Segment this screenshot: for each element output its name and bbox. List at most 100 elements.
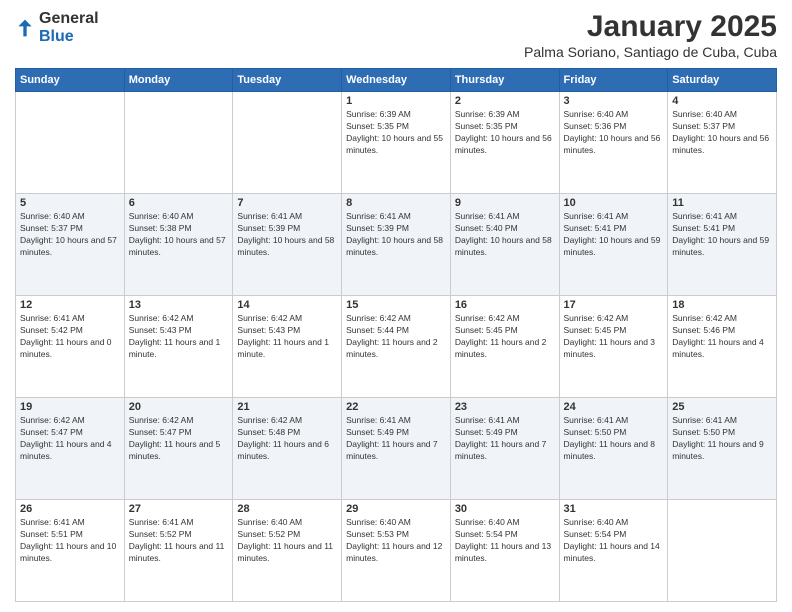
table-cell: 29 Sunrise: 6:40 AMSunset: 5:53 PMDayligh…	[342, 500, 451, 602]
table-cell: 26 Sunrise: 6:41 AMSunset: 5:51 PMDayligh…	[16, 500, 125, 602]
table-cell: 17Sunrise: 6:42 AMSunset: 5:45 PMDayligh…	[559, 296, 668, 398]
day-info: Sunrise: 6:42 AMSunset: 5:43 PMDaylight:…	[237, 313, 329, 359]
table-cell: 11Sunrise: 6:41 AMSunset: 5:41 PMDayligh…	[668, 194, 777, 296]
table-cell	[124, 92, 233, 194]
day-info: Sunrise: 6:41 AMSunset: 5:51 PMDaylight:…	[20, 517, 116, 563]
col-monday: Monday	[124, 69, 233, 92]
day-info: Sunrise: 6:41 AMSunset: 5:39 PMDaylight:…	[346, 211, 443, 257]
day-info: Sunrise: 6:41 AMSunset: 5:50 PMDaylight:…	[564, 415, 656, 461]
day-number: 28	[237, 503, 337, 515]
table-cell: 1 Sunrise: 6:39 AMSunset: 5:35 PMDaylight…	[342, 92, 451, 194]
day-info: Sunrise: 6:42 AMSunset: 5:48 PMDaylight:…	[237, 415, 329, 461]
day-info: Sunrise: 6:42 AMSunset: 5:45 PMDaylight:…	[564, 313, 656, 359]
day-info: Sunrise: 6:41 AMSunset: 5:40 PMDaylight:…	[455, 211, 552, 257]
week-row-3: 12 Sunrise: 6:41 AMSunset: 5:42 PMDayligh…	[16, 296, 777, 398]
day-info: Sunrise: 6:41 AMSunset: 5:49 PMDaylight:…	[455, 415, 547, 461]
table-cell: 9 Sunrise: 6:41 AMSunset: 5:40 PMDaylight…	[450, 194, 559, 296]
page: General Blue January 2025 Palma Soriano,…	[0, 0, 792, 612]
day-info: Sunrise: 6:40 AMSunset: 5:54 PMDaylight:…	[455, 517, 551, 563]
day-info: Sunrise: 6:40 AMSunset: 5:36 PMDaylight:…	[564, 109, 661, 155]
day-info: Sunrise: 6:41 AMSunset: 5:49 PMDaylight:…	[346, 415, 438, 461]
day-info: Sunrise: 6:40 AMSunset: 5:37 PMDaylight:…	[20, 211, 117, 257]
day-number: 7	[237, 197, 337, 209]
header: General Blue January 2025 Palma Soriano,…	[15, 10, 777, 60]
day-number: 13	[129, 299, 229, 311]
table-cell: 3 Sunrise: 6:40 AMSunset: 5:36 PMDaylight…	[559, 92, 668, 194]
table-cell: 31Sunrise: 6:40 AMSunset: 5:54 PMDayligh…	[559, 500, 668, 602]
day-info: Sunrise: 6:42 AMSunset: 5:46 PMDaylight:…	[672, 313, 764, 359]
table-cell: 23 Sunrise: 6:41 AMSunset: 5:49 PMDayligh…	[450, 398, 559, 500]
day-number: 9	[455, 197, 555, 209]
day-number: 1	[346, 95, 446, 107]
table-cell: 19 Sunrise: 6:42 AMSunset: 5:47 PMDayligh…	[16, 398, 125, 500]
day-number: 6	[129, 197, 229, 209]
table-cell: 25Sunrise: 6:41 AMSunset: 5:50 PMDayligh…	[668, 398, 777, 500]
day-info: Sunrise: 6:40 AMSunset: 5:38 PMDaylight:…	[129, 211, 226, 257]
day-number: 10	[564, 197, 664, 209]
table-cell: 14 Sunrise: 6:42 AMSunset: 5:43 PMDayligh…	[233, 296, 342, 398]
day-info: Sunrise: 6:41 AMSunset: 5:42 PMDaylight:…	[20, 313, 112, 359]
table-cell: 20Sunrise: 6:42 AMSunset: 5:47 PMDayligh…	[124, 398, 233, 500]
day-number: 21	[237, 401, 337, 413]
week-row-1: 1 Sunrise: 6:39 AMSunset: 5:35 PMDaylight…	[16, 92, 777, 194]
day-number: 14	[237, 299, 337, 311]
logo-icon	[15, 18, 35, 38]
col-wednesday: Wednesday	[342, 69, 451, 92]
day-number: 25	[672, 401, 772, 413]
day-number: 8	[346, 197, 446, 209]
table-cell: 27 Sunrise: 6:41 AMSunset: 5:52 PMDayligh…	[124, 500, 233, 602]
table-cell: 2 Sunrise: 6:39 AMSunset: 5:35 PMDaylight…	[450, 92, 559, 194]
day-number: 22	[346, 401, 446, 413]
day-number: 16	[455, 299, 555, 311]
day-info: Sunrise: 6:40 AMSunset: 5:54 PMDaylight:…	[564, 517, 660, 563]
logo: General Blue	[15, 10, 99, 46]
day-number: 3	[564, 95, 664, 107]
day-number: 23	[455, 401, 555, 413]
day-info: Sunrise: 6:41 AMSunset: 5:41 PMDaylight:…	[564, 211, 661, 257]
table-cell	[668, 500, 777, 602]
day-info: Sunrise: 6:42 AMSunset: 5:47 PMDaylight:…	[20, 415, 112, 461]
col-tuesday: Tuesday	[233, 69, 342, 92]
col-thursday: Thursday	[450, 69, 559, 92]
title-block: January 2025 Palma Soriano, Santiago de …	[524, 10, 777, 60]
day-number: 4	[672, 95, 772, 107]
day-number: 18	[672, 299, 772, 311]
day-number: 2	[455, 95, 555, 107]
day-number: 26	[20, 503, 120, 515]
col-sunday: Sunday	[16, 69, 125, 92]
day-number: 20	[129, 401, 229, 413]
table-cell: 10 Sunrise: 6:41 AMSunset: 5:41 PMDayligh…	[559, 194, 668, 296]
day-info: Sunrise: 6:41 AMSunset: 5:41 PMDaylight:…	[672, 211, 769, 257]
day-number: 15	[346, 299, 446, 311]
day-info: Sunrise: 6:40 AMSunset: 5:53 PMDaylight:…	[346, 517, 442, 563]
table-cell: 16Sunrise: 6:42 AMSunset: 5:45 PMDayligh…	[450, 296, 559, 398]
table-cell: 4Sunrise: 6:40 AMSunset: 5:37 PMDaylight…	[668, 92, 777, 194]
table-cell: 7 Sunrise: 6:41 AMSunset: 5:39 PMDaylight…	[233, 194, 342, 296]
table-cell	[233, 92, 342, 194]
table-cell: 22 Sunrise: 6:41 AMSunset: 5:49 PMDayligh…	[342, 398, 451, 500]
day-info: Sunrise: 6:41 AMSunset: 5:39 PMDaylight:…	[237, 211, 334, 257]
day-number: 5	[20, 197, 120, 209]
day-info: Sunrise: 6:39 AMSunset: 5:35 PMDaylight:…	[346, 109, 443, 155]
day-info: Sunrise: 6:39 AMSunset: 5:35 PMDaylight:…	[455, 109, 552, 155]
table-cell: 15Sunrise: 6:42 AMSunset: 5:44 PMDayligh…	[342, 296, 451, 398]
day-info: Sunrise: 6:40 AMSunset: 5:52 PMDaylight:…	[237, 517, 333, 563]
week-row-4: 19 Sunrise: 6:42 AMSunset: 5:47 PMDayligh…	[16, 398, 777, 500]
day-number: 29	[346, 503, 446, 515]
table-cell: 6 Sunrise: 6:40 AMSunset: 5:38 PMDaylight…	[124, 194, 233, 296]
day-number: 19	[20, 401, 120, 413]
calendar-table: Sunday Monday Tuesday Wednesday Thursday…	[15, 68, 777, 602]
col-saturday: Saturday	[668, 69, 777, 92]
location-title: Palma Soriano, Santiago de Cuba, Cuba	[524, 44, 777, 60]
table-cell: 13Sunrise: 6:42 AMSunset: 5:43 PMDayligh…	[124, 296, 233, 398]
table-cell: 24 Sunrise: 6:41 AMSunset: 5:50 PMDayligh…	[559, 398, 668, 500]
day-number: 12	[20, 299, 120, 311]
day-number: 27	[129, 503, 229, 515]
day-info: Sunrise: 6:41 AMSunset: 5:52 PMDaylight:…	[129, 517, 225, 563]
table-cell: 30Sunrise: 6:40 AMSunset: 5:54 PMDayligh…	[450, 500, 559, 602]
month-title: January 2025	[524, 10, 777, 44]
day-number: 24	[564, 401, 664, 413]
calendar-header-row: Sunday Monday Tuesday Wednesday Thursday…	[16, 69, 777, 92]
table-cell: 12 Sunrise: 6:41 AMSunset: 5:42 PMDayligh…	[16, 296, 125, 398]
logo-text: General Blue	[39, 10, 99, 46]
